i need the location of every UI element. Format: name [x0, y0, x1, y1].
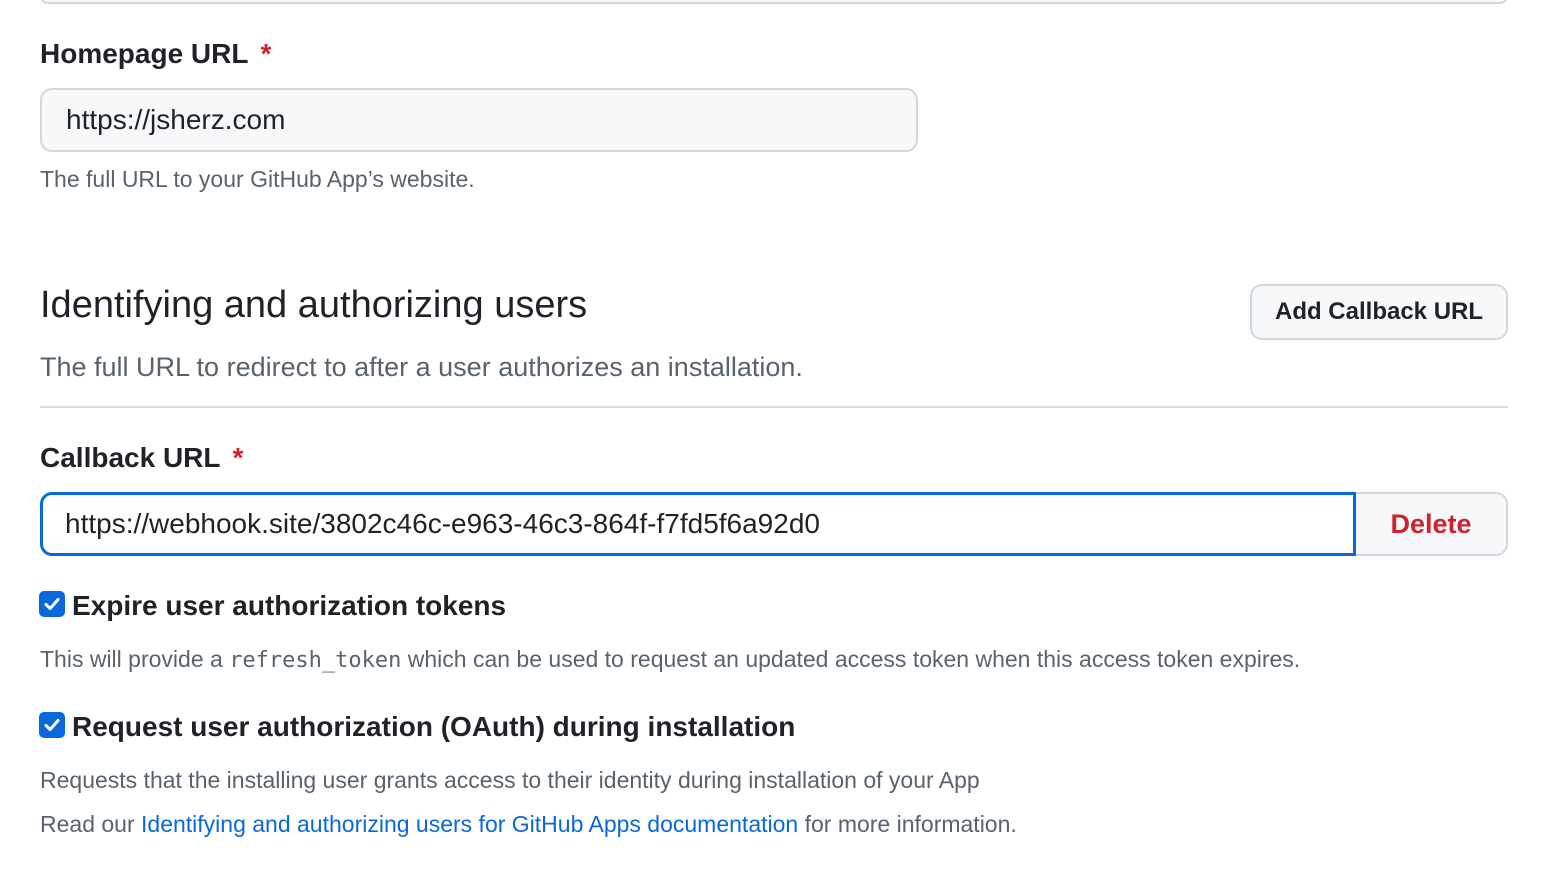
docs-note-before: Read our	[40, 811, 142, 837]
github-app-settings-form: Homepage URL * The full URL to your GitHu…	[0, 0, 1546, 876]
homepage-url-label: Homepage URL *	[40, 38, 271, 70]
checkmark-icon	[44, 598, 60, 610]
docs-note-after: for more information.	[798, 811, 1017, 837]
refresh-token-code: refresh_token	[229, 648, 402, 673]
request-oauth-label[interactable]: Request user authorization (OAuth) durin…	[72, 711, 795, 743]
request-oauth-checkbox[interactable]	[39, 712, 65, 738]
previous-field-input-edge[interactable]	[40, 0, 1508, 4]
expire-tokens-checkbox[interactable]	[39, 591, 65, 617]
expire-desc-after: which can be used to request an updated …	[401, 646, 1301, 672]
expire-tokens-label[interactable]: Expire user authorization tokens	[72, 590, 506, 622]
section-title-identifying: Identifying and authorizing users	[40, 284, 588, 326]
checkmark-icon	[44, 719, 60, 731]
callback-url-label: Callback URL *	[40, 442, 243, 474]
callback-url-input[interactable]	[40, 492, 1356, 556]
section-divider	[40, 406, 1508, 408]
delete-callback-button[interactable]: Delete	[1356, 492, 1508, 556]
required-asterisk: *	[260, 38, 272, 69]
expire-tokens-description: This will provide a refresh_token which …	[40, 646, 1300, 673]
docs-note: Read our Identifying and authorizing use…	[40, 811, 1017, 838]
homepage-url-label-text: Homepage URL	[40, 38, 249, 69]
docs-link[interactable]: Identifying and authorizing users for Gi…	[141, 811, 798, 837]
required-asterisk: *	[232, 442, 244, 473]
homepage-url-note: The full URL to your GitHub App’s websit…	[40, 166, 475, 192]
homepage-url-input[interactable]	[40, 88, 918, 152]
request-oauth-description: Requests that the installing user grants…	[40, 767, 980, 793]
expire-desc-before: This will provide a	[40, 646, 230, 672]
callback-url-label-text: Callback URL	[40, 442, 221, 473]
add-callback-url-button[interactable]: Add Callback URL	[1250, 284, 1508, 340]
callback-url-group: Delete	[40, 492, 1508, 556]
section-description: The full URL to redirect to after a user…	[40, 352, 803, 382]
